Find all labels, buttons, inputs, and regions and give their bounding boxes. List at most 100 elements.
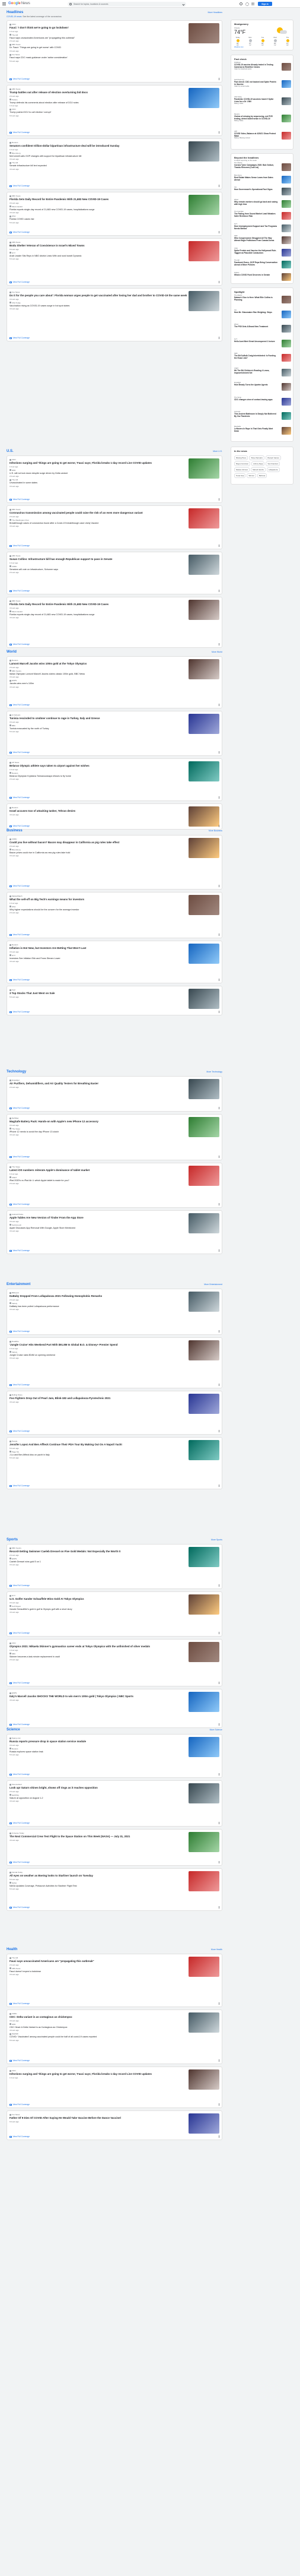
story-thumbnail[interactable] <box>189 1292 219 1312</box>
full-coverage-label[interactable]: View Full Coverage <box>13 1485 30 1487</box>
headline-link[interactable]: Italian Olympian Lamont Marcell Jacobs c… <box>9 673 187 676</box>
related-story[interactable]: Page Six J.Lo and Ben Affleck kiss on yac… <box>9 1451 187 1459</box>
story-main[interactable]: Engadget Air Purifiers, Dehumidifiers, an… <box>9 1079 187 1088</box>
source-label[interactable]: Fox News <box>9 291 187 293</box>
source-label[interactable]: Florida Today <box>9 1871 187 1874</box>
full-coverage-link[interactable]: View Full Coverage <box>9 281 30 283</box>
more-link[interactable]: More Entertainment <box>204 1283 222 1286</box>
source-name[interactable]: Miami Herald <box>12 610 23 613</box>
related-story[interactable]: The Hill Fauci says unvaccinated American… <box>9 34 187 42</box>
story-thumbnail[interactable] <box>189 1642 219 1662</box>
full-coverage-label[interactable]: View Full Coverage <box>13 1156 30 1158</box>
full-coverage-link[interactable]: View Full Coverage <box>9 1107 30 1109</box>
item-thumbnail[interactable] <box>282 236 291 244</box>
headline-link[interactable]: Spike Protein and Vaccine the Hollywood … <box>234 249 278 254</box>
source-name[interactable]: Engadget <box>12 1079 20 1081</box>
section-title[interactable]: Business <box>7 829 23 833</box>
headline-link[interactable]: Breakthrough cases of coronavirus found … <box>9 522 187 525</box>
source-name[interactable]: Golf Digest <box>12 1605 21 1607</box>
full-coverage-label[interactable]: View Full Coverage <box>13 643 30 645</box>
story-thumbnail[interactable] <box>189 141 219 162</box>
headline-link[interactable]: How Government's Operational Fact Signs <box>234 188 278 191</box>
chevron-down-icon[interactable] <box>182 2 185 6</box>
headline-link[interactable]: Vaccination rising as COVID-19 cases sur… <box>9 305 187 308</box>
source-label[interactable]: CNBC <box>9 838 187 840</box>
full-coverage-link[interactable]: View Full Coverage <box>9 1384 30 1386</box>
full-coverage-link[interactable]: View Full Coverage <box>9 2059 30 2062</box>
full-coverage-link[interactable]: View Full Coverage <box>9 1861 30 1863</box>
source-name[interactable]: The Verge <box>12 1128 20 1130</box>
headline-link[interactable]: Pandemic COVID-19 vaccines haven't Spike… <box>234 98 278 103</box>
source-name[interactable]: CNN <box>12 108 16 110</box>
full-coverage-link[interactable]: View Full Coverage <box>9 825 30 827</box>
full-coverage-label[interactable]: View Full Coverage <box>13 1682 30 1684</box>
related-story[interactable]: ESPN Caeleb Dressel wins gold 5 on 13 hou… <box>9 1558 187 1566</box>
full-coverage-link[interactable]: View Full Coverage <box>9 337 30 339</box>
headline-link[interactable]: Infections surging and 'things are going… <box>9 461 187 465</box>
headline-link[interactable]: Infections surging and 'things are going… <box>9 2072 187 2076</box>
full-coverage-label[interactable]: View Full Coverage <box>13 1906 30 1909</box>
headline-link[interactable]: Tunisia rescinded to cmdmer continue to … <box>9 717 187 720</box>
full-coverage-label[interactable]: View Full Coverage <box>13 131 30 134</box>
related-story[interactable]: The Hill Unvaccinated in some states 3 hou… <box>9 479 187 488</box>
full-coverage-link[interactable]: View Full Coverage <box>9 796 30 799</box>
section-title[interactable]: Technology <box>7 1070 26 1074</box>
story-main[interactable]: Space.com Russia reports pressure drop in… <box>9 1737 187 1756</box>
source-label[interactable]: Fox News <box>9 2113 187 2116</box>
story-main[interactable]: Al Jazeera Tunisia rescinded to cmdmer co… <box>9 714 187 733</box>
headline-link[interactable]: This Ancient Bathroom Is Simply Not Both… <box>234 413 278 417</box>
source-name[interactable]: ABC News <box>12 555 21 557</box>
story-thumbnail[interactable] <box>189 195 219 215</box>
story-main[interactable]: NBC News Florida Sets Daily Record for En… <box>9 195 187 224</box>
full-coverage-label[interactable]: View Full Coverage <box>13 1107 30 1109</box>
related-story[interactable]: Bloomberg Bacon prices could rise in Cali… <box>9 849 187 857</box>
story-thumbnail[interactable] <box>189 1871 219 1891</box>
full-coverage-link[interactable]: View Full Coverage <box>9 131 30 134</box>
headline-link[interactable]: Lamont Marcell Jacobs wins 100m gold at … <box>9 662 187 666</box>
headline-link[interactable]: Trump pushed DOJ to call election 'corru… <box>9 111 187 114</box>
related-story[interactable]: The Verge iPhone 12 needs to avoid the da… <box>9 1128 187 1136</box>
source-name[interactable]: NYT <box>12 954 15 957</box>
source-label[interactable]: People <box>9 1440 187 1442</box>
headline-link[interactable]: U.S. will not lock down despite surge dr… <box>9 472 187 475</box>
related-story[interactable]: WebMD COVID: 'Vaccinated' among vaccinate… <box>9 2033 187 2042</box>
source-name[interactable]: Reuters <box>12 141 18 144</box>
panel-item[interactable]: Reuters Claims of missing by sequencing, … <box>234 113 291 122</box>
full-coverage-label[interactable]: View Full Coverage <box>13 545 30 547</box>
source-label[interactable]: Space.com <box>9 1737 187 1739</box>
source-label[interactable]: Al Jazeera <box>9 714 187 716</box>
source-name[interactable]: ESPN <box>12 1558 17 1560</box>
headline-link[interactable]: Claims of missing by sequencing, not PCR… <box>234 115 278 120</box>
source-label[interactable]: Variety <box>9 1351 187 1353</box>
headline-link[interactable]: Olympics 2021: Mikaela Skinner's gymnast… <box>9 1645 187 1648</box>
source-name[interactable]: NBC News <box>12 195 21 197</box>
source-name[interactable]: Universe Today <box>12 1832 24 1834</box>
source-name[interactable]: Variety <box>12 1302 17 1305</box>
full-coverage-link[interactable]: View Full Coverage <box>9 1330 30 1333</box>
source-name[interactable]: Deadline <box>12 1340 19 1343</box>
panel-item[interactable]: The Hill Facebook Execs, GOP Reps Bring C… <box>234 260 291 268</box>
story-main[interactable]: MarketWatch What the sell-off on Big Tech… <box>9 895 187 914</box>
related-story[interactable]: NBC Sports Italian Olympian Lamont Marcel… <box>9 670 187 678</box>
source-name[interactable]: The Washington Post <box>12 519 29 521</box>
related-story[interactable]: WSJ Why higher expectations should be the… <box>9 906 187 914</box>
story-main[interactable]: The Verge Latest iOS numbers reiterate Ap… <box>9 1166 187 1185</box>
story-thumbnail[interactable] <box>189 1832 219 1852</box>
item-thumbnail[interactable] <box>282 97 291 105</box>
full-coverage-label[interactable]: View Full Coverage <box>13 590 30 592</box>
headline-link[interactable]: Fauci says CDC mask guidance under 'acti… <box>9 56 187 59</box>
full-coverage-label[interactable]: View Full Coverage <box>13 1330 30 1333</box>
story-thumbnail[interactable] <box>189 895 219 915</box>
source-name[interactable]: Reuters <box>12 772 18 774</box>
source-label[interactable]: 9to5Mac <box>9 1117 187 1119</box>
headline-link[interactable]: Caeleb Dressel wins gold 5 on 1 <box>9 1561 187 1564</box>
source-label[interactable]: NBC News <box>9 600 187 602</box>
headline-link[interactable]: Dr. Fauci: 'Things are going to get wors… <box>9 46 187 49</box>
headline-link[interactable]: How Bewdy Turns the Apartm Agents <box>234 384 278 386</box>
source-name[interactable]: CNN <box>12 23 16 26</box>
source-label[interactable]: NASA <box>9 1882 187 1884</box>
full-coverage-label[interactable]: View Full Coverage <box>13 1723 30 1726</box>
panel-item[interactable]: NYT Hello Aunt Meet Great Unconquered 1 l… <box>234 338 291 347</box>
source-label[interactable]: Android Police <box>9 1213 187 1216</box>
full-coverage-link[interactable]: View Full Coverage <box>9 751 30 754</box>
